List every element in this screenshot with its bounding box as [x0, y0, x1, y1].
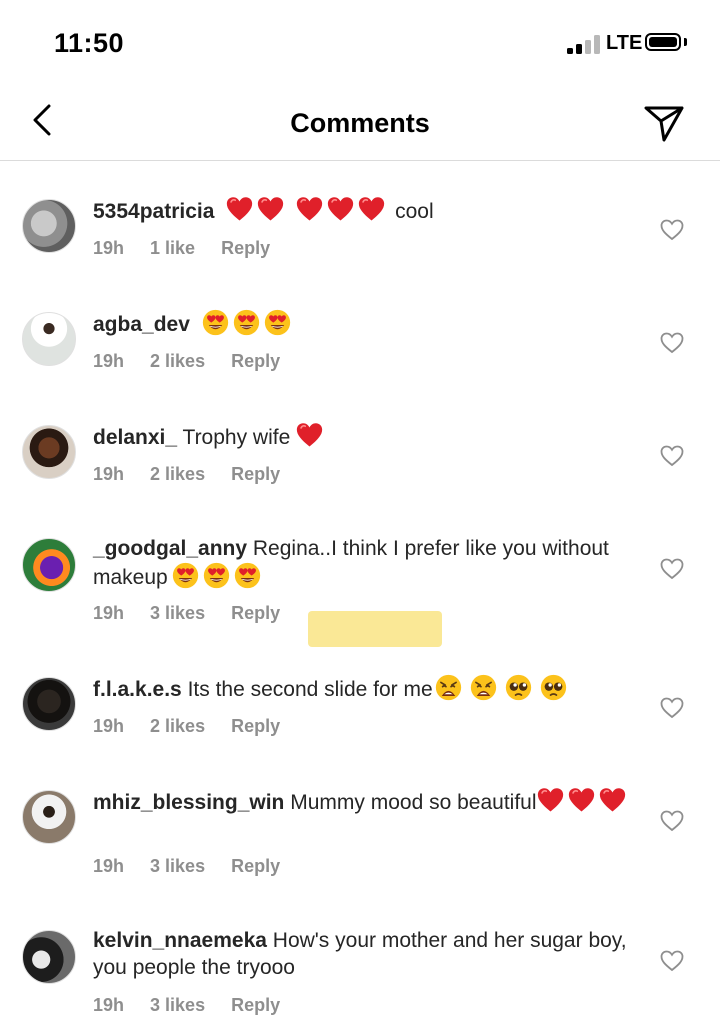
weary-face-emoji	[470, 674, 497, 701]
comment-text: Mummy mood so beautiful	[290, 791, 537, 814]
page-title: Comments	[290, 108, 430, 138]
send-icon[interactable]	[641, 100, 687, 146]
like-heart-icon[interactable]	[660, 332, 684, 354]
heart-eyes-emoji	[234, 562, 261, 589]
header-bar: Comments	[0, 90, 720, 161]
comment-meta: 19h 3 likes Reply	[93, 603, 306, 624]
like-heart-icon[interactable]	[660, 950, 684, 972]
comment-time: 19h	[93, 464, 125, 484]
pleading-face-emoji	[540, 674, 567, 701]
heart-eyes-emoji	[202, 309, 229, 336]
highlight-mark	[308, 611, 442, 647]
comment-likes[interactable]: 3 likes	[150, 856, 205, 877]
comment-time: 19h	[93, 603, 125, 623]
comment-time: 19h	[93, 716, 125, 736]
reply-button[interactable]: Reply	[231, 716, 280, 737]
comment-time: 19h	[93, 995, 125, 1015]
heart-eyes-emoji	[172, 562, 199, 589]
like-heart-icon[interactable]	[660, 810, 684, 832]
comment-time: 19h	[93, 856, 125, 876]
comment-text: cool	[389, 200, 434, 223]
comment-username[interactable]: agba_dev	[93, 313, 190, 336]
avatar[interactable]	[22, 425, 76, 479]
avatar[interactable]	[22, 538, 76, 592]
like-heart-icon[interactable]	[660, 219, 684, 241]
red-heart-emoji	[296, 422, 323, 449]
reply-button[interactable]: Reply	[231, 603, 280, 624]
avatar[interactable]	[22, 312, 76, 366]
reply-button[interactable]: Reply	[231, 856, 280, 877]
weary-face-emoji	[435, 674, 462, 701]
heart-eyes-emoji	[233, 309, 260, 336]
like-heart-icon[interactable]	[660, 697, 684, 719]
network-label: LTE	[606, 32, 643, 54]
comment-username[interactable]: 5354patricia	[93, 200, 214, 223]
comment-username[interactable]: f.l.a.k.e.s	[93, 678, 182, 701]
comment-time: 19h	[93, 351, 125, 371]
comment-text: Its the second slide for me	[187, 678, 433, 701]
comment-likes[interactable]: 2 likes	[150, 351, 205, 372]
comment-username[interactable]: mhiz_blessing_win	[93, 791, 284, 814]
signal-icon	[567, 34, 603, 54]
like-heart-icon[interactable]	[660, 445, 684, 467]
comment-meta: 19h 3 likes Reply	[93, 856, 306, 877]
comment-meta: 19h 3 likes Reply	[93, 995, 306, 1016]
comment-username[interactable]: kelvin_nnaemeka	[93, 929, 267, 952]
reply-button[interactable]: Reply	[221, 238, 270, 259]
pleading-face-emoji	[505, 674, 532, 701]
comment-username[interactable]: delanxi_	[93, 426, 177, 449]
red-heart-emoji	[568, 787, 595, 814]
reply-button[interactable]: Reply	[231, 351, 280, 372]
comment-likes[interactable]: 2 likes	[150, 716, 205, 737]
comment-meta: 19h 2 likes Reply	[93, 716, 306, 737]
red-heart-emoji	[358, 196, 385, 223]
comment-text: Trophy wife	[182, 426, 291, 449]
like-heart-icon[interactable]	[660, 558, 684, 580]
battery-icon	[645, 33, 681, 51]
heart-eyes-emoji	[203, 562, 230, 589]
comment-meta: 19h 2 likes Reply	[93, 464, 306, 485]
comment-meta: 19h 1 like Reply	[93, 238, 296, 259]
comment-username[interactable]: _goodgal_anny	[93, 537, 247, 560]
comment-time: 19h	[93, 238, 125, 258]
avatar[interactable]	[22, 790, 76, 844]
comment-likes[interactable]: 1 like	[150, 238, 195, 259]
status-time: 11:50	[54, 28, 125, 58]
comment-likes[interactable]: 3 likes	[150, 603, 205, 624]
comment-likes[interactable]: 3 likes	[150, 995, 205, 1016]
status-bar: 11:50 LTE	[0, 0, 720, 90]
red-heart-emoji	[226, 196, 253, 223]
avatar[interactable]	[22, 199, 76, 253]
red-heart-emoji	[296, 196, 323, 223]
red-heart-emoji	[537, 787, 564, 814]
red-heart-emoji	[257, 196, 284, 223]
reply-button[interactable]: Reply	[231, 995, 280, 1016]
reply-button[interactable]: Reply	[231, 464, 280, 485]
battery-tip	[684, 38, 687, 46]
red-heart-emoji	[599, 787, 626, 814]
avatar[interactable]	[22, 930, 76, 984]
avatar[interactable]	[22, 677, 76, 731]
comment-likes[interactable]: 2 likes	[150, 464, 205, 485]
comment-meta: 19h 2 likes Reply	[93, 351, 306, 372]
heart-eyes-emoji	[264, 309, 291, 336]
red-heart-emoji	[327, 196, 354, 223]
